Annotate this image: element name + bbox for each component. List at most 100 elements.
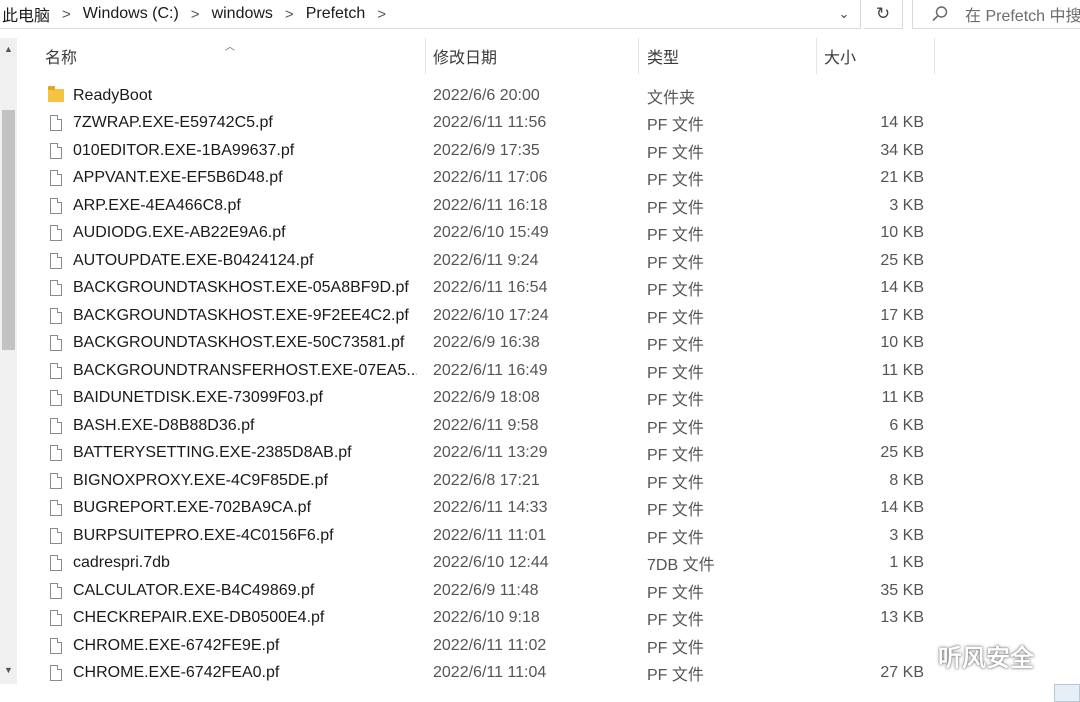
watermark-text: 听风安全 [938, 644, 1034, 672]
search-placeholder: 在 Prefetch 中搜 [965, 8, 1080, 25]
file-row[interactable]: BACKGROUNDTRANSFERHOST.EXE-07EA5... 2022/… [17, 357, 1080, 385]
file-date: 2022/6/11 9:24 [433, 251, 539, 269]
file-row[interactable]: CALCULATOR.EXE-B4C49869.pf 2022/6/9 11:48… [17, 577, 1080, 605]
file-row[interactable]: BACKGROUNDTASKHOST.EXE-9F2EE4C2.pf 2022/6… [17, 302, 1080, 330]
file-name: CHECKREPAIR.EXE-DB0500E4.pf [73, 609, 325, 627]
file-icon-cell [47, 440, 65, 468]
file-row[interactable]: APPVANT.EXE-EF5B6D48.pf 2022/6/11 17:06 PF… [17, 165, 1080, 193]
navigation-bar: 此电脑 > Windows (C:) > windows > Prefetch … [0, 0, 1080, 30]
file-type: PF 文件 [647, 474, 704, 492]
file-icon [50, 637, 62, 654]
file-icon-cell [47, 522, 65, 550]
file-row[interactable]: ReadyBoot 2022/6/6 20:00 文件夹 [17, 82, 1080, 110]
file-name: BURPSUITEPRO.EXE-4C0156F6.pf [73, 526, 334, 544]
file-type: 7DB 文件 [647, 557, 715, 575]
column-header-name[interactable]: 名称 [45, 38, 425, 74]
column-header-type[interactable]: 类型 [647, 38, 807, 74]
file-row[interactable]: CHECKREPAIR.EXE-DB0500E4.pf 2022/6/10 9:1… [17, 605, 1080, 633]
file-row[interactable]: AUDIODG.EXE-AB22E9A6.pf 2022/6/10 15:49 PF… [17, 220, 1080, 248]
file-type: PF 文件 [647, 364, 704, 382]
file-row[interactable]: 7ZWRAP.EXE-E59742C5.pf 2022/6/11 11:56 PF … [17, 110, 1080, 138]
breadcrumb-this-pc[interactable]: 此电脑 [0, 2, 52, 26]
column-divider[interactable] [816, 38, 817, 74]
file-type: PF 文件 [647, 502, 704, 520]
file-icon-cell [47, 495, 65, 523]
file-size: 3 KB [889, 196, 924, 214]
file-name: BATTERYSETTING.EXE-2385D8AB.pf [73, 444, 352, 462]
column-header-date[interactable]: 修改日期 [433, 38, 633, 74]
file-row[interactable]: BUGREPORT.EXE-702BA9CA.pf 2022/6/11 14:33… [17, 495, 1080, 523]
file-row[interactable]: 010EDITOR.EXE-1BA99637.pf 2022/6/9 17:35 P… [17, 137, 1080, 165]
address-history-dropdown-icon[interactable]: ⌄ [830, 1, 858, 27]
file-icon [50, 362, 62, 379]
vertical-scrollbar[interactable]: ▲ ▼ [0, 38, 17, 684]
file-icon-cell [47, 412, 65, 440]
file-row[interactable]: AUTOUPDATE.EXE-B0424124.pf 2022/6/11 9:24… [17, 247, 1080, 275]
column-divider[interactable] [638, 38, 639, 74]
file-name: CHROME.EXE-6742FEA0.pf [73, 664, 280, 682]
file-icon [50, 472, 62, 489]
file-list: ReadyBoot 2022/6/6 20:00 文件夹 7ZWRAP.EXE-E59… [17, 82, 1080, 687]
file-row[interactable]: cadrespri.7db 2022/6/10 12:44 7DB 文件 1 KB [17, 550, 1080, 578]
scroll-up-arrow-icon[interactable]: ▲ [0, 40, 17, 57]
file-date: 2022/6/11 13:29 [433, 444, 548, 462]
refresh-button[interactable]: ↻ [864, 0, 903, 29]
file-name: CHROME.EXE-6742FE9E.pf [73, 636, 280, 654]
file-type: PF 文件 [647, 172, 704, 190]
file-row[interactable]: BACKGROUNDTASKHOST.EXE-05A8BF9D.pf 2022/6… [17, 275, 1080, 303]
file-name: APPVANT.EXE-EF5B6D48.pf [73, 169, 283, 187]
scrollbar-thumb[interactable] [2, 110, 15, 350]
file-size: 25 KB [880, 444, 924, 462]
breadcrumb-chevron-icon[interactable]: > [367, 6, 396, 23]
search-input[interactable]: 在 Prefetch 中搜 [912, 0, 1080, 29]
file-icon [50, 500, 62, 517]
file-icon [50, 417, 62, 434]
file-icon [50, 252, 62, 269]
folder-icon [48, 86, 64, 103]
file-date: 2022/6/6 20:00 [433, 86, 540, 104]
file-size: 13 KB [880, 609, 924, 627]
breadcrumb-chevron-icon[interactable]: > [275, 6, 304, 23]
breadcrumb-chevron-icon[interactable]: > [52, 6, 81, 23]
file-icon-cell [47, 385, 65, 413]
file-date: 2022/6/11 17:06 [433, 169, 548, 187]
column-divider[interactable] [934, 38, 935, 74]
file-row[interactable]: BASH.EXE-D8B88D36.pf 2022/6/11 9:58 PF 文件 6… [17, 412, 1080, 440]
file-type: PF 文件 [647, 419, 704, 437]
file-icon-cell [47, 577, 65, 605]
address-bar[interactable]: 此电脑 > Windows (C:) > windows > Prefetch … [0, 0, 861, 29]
file-date: 2022/6/11 16:18 [433, 196, 548, 214]
file-row[interactable]: BATTERYSETTING.EXE-2385D8AB.pf 2022/6/11 … [17, 440, 1080, 468]
file-icon-cell [47, 330, 65, 358]
file-size: 6 KB [889, 416, 924, 434]
breadcrumb-windows[interactable]: windows [210, 5, 275, 23]
file-row[interactable]: ARP.EXE-4EA466C8.pf 2022/6/11 16:18 PF 文件 3… [17, 192, 1080, 220]
file-date: 2022/6/9 17:35 [433, 141, 540, 159]
file-size: 10 KB [880, 224, 924, 242]
file-name: AUTOUPDATE.EXE-B0424124.pf [73, 251, 314, 269]
file-row[interactable]: BIGNOXPROXY.EXE-4C9F85DE.pf 2022/6/8 17:2… [17, 467, 1080, 495]
file-icon-cell [47, 220, 65, 248]
file-row[interactable]: BACKGROUNDTASKHOST.EXE-50C73581.pf 2022/6… [17, 330, 1080, 358]
file-icon-cell [47, 357, 65, 385]
file-icon-cell [47, 550, 65, 578]
file-icon-cell [47, 137, 65, 165]
breadcrumb-drive-c[interactable]: Windows (C:) [81, 5, 181, 23]
breadcrumb-chevron-icon[interactable]: > [181, 6, 210, 23]
file-name: 010EDITOR.EXE-1BA99637.pf [73, 141, 295, 159]
file-type: PF 文件 [647, 529, 704, 547]
file-size: 14 KB [880, 114, 924, 132]
scroll-down-arrow-icon[interactable]: ▼ [0, 661, 17, 678]
column-divider[interactable] [425, 38, 426, 74]
file-type: PF 文件 [647, 117, 704, 135]
watermark: 听风安全 [898, 636, 1034, 674]
column-header-size[interactable]: 大小 [824, 38, 924, 74]
file-icon-cell [47, 632, 65, 660]
breadcrumb-prefetch[interactable]: Prefetch [304, 5, 368, 23]
thumbnail-preview [1054, 684, 1080, 702]
file-type: PF 文件 [647, 447, 704, 465]
file-type: PF 文件 [647, 227, 704, 245]
file-row[interactable]: BAIDUNETDISK.EXE-73099F03.pf 2022/6/9 18:… [17, 385, 1080, 413]
file-icon-cell [47, 605, 65, 633]
file-row[interactable]: BURPSUITEPRO.EXE-4C0156F6.pf 2022/6/11 11… [17, 522, 1080, 550]
